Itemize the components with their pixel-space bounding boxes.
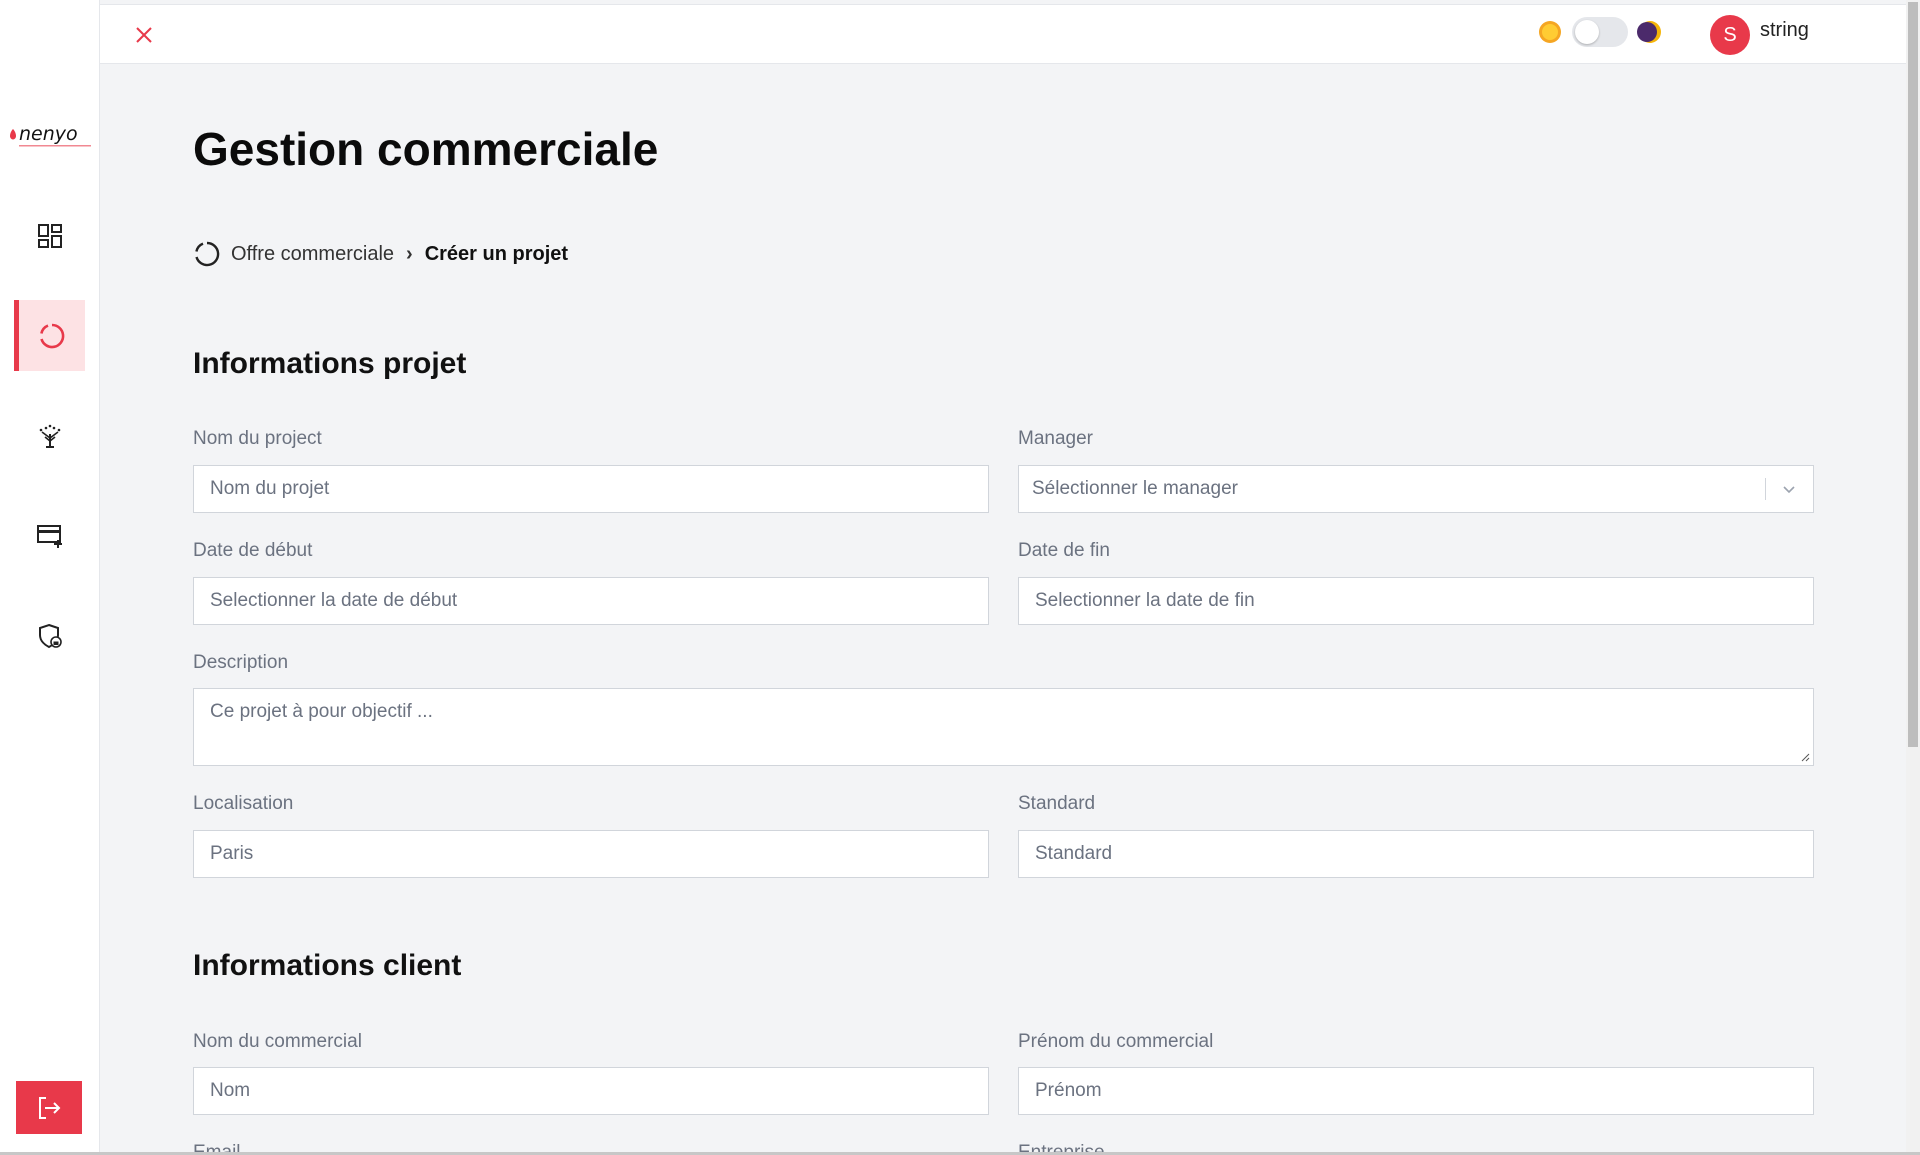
standard-label: Standard [1018, 793, 1096, 814]
chevron-down-icon[interactable] [1765, 466, 1813, 512]
breadcrumb: Offre commerciale › Créer un projet [193, 240, 568, 268]
sales-last-name-input[interactable]: Nom [193, 1067, 989, 1115]
description-placeholder: Ce projet à pour objectif ... [210, 701, 433, 722]
user-name[interactable]: string [1760, 19, 1809, 42]
shield-lock-icon [38, 623, 62, 648]
project-name-label: Nom du project [193, 428, 322, 449]
start-date-label: Date de début [193, 540, 313, 561]
sidebar-item-security[interactable] [14, 600, 85, 671]
sales-first-name-input[interactable]: Prénom [1018, 1067, 1814, 1115]
location-input[interactable]: Paris [193, 830, 989, 878]
breadcrumb-current: Créer un projet [424, 242, 569, 265]
topbar: S string [100, 4, 1906, 64]
page-scrollbar[interactable] [1906, 0, 1920, 1155]
avatar[interactable]: S [1710, 15, 1750, 55]
manager-select[interactable]: Sélectionner le manager [1018, 465, 1814, 513]
page-title: Gestion commerciale [193, 123, 659, 175]
start-date-input[interactable]: Selectionner la date de début [193, 577, 989, 625]
breadcrumb-parent[interactable]: Offre commerciale [231, 243, 394, 266]
sidebar-item-dashboard[interactable] [14, 200, 85, 271]
end-date-label: Date de fin [1018, 540, 1110, 561]
toggle-knob [1575, 20, 1599, 44]
sales-last-name-label: Nom du commercial [193, 1031, 362, 1052]
standard-input[interactable]: Standard [1018, 830, 1814, 878]
close-button[interactable] [132, 23, 156, 47]
svg-text:nenyo: nenyo [19, 123, 78, 145]
sidebar-item-payment[interactable] [14, 500, 85, 571]
manager-select-placeholder: Sélectionner le manager [1032, 478, 1238, 499]
dashboard-icon [37, 223, 62, 248]
sales-first-name-label: Prénom du commercial [1018, 1031, 1214, 1052]
theme-switcher [1536, 17, 1664, 47]
description-textarea[interactable]: Ce projet à pour objectif ... [193, 688, 1814, 766]
section-title-project: Informations projet [193, 347, 467, 380]
commercial-offer-icon [40, 323, 65, 348]
moon-icon [1637, 21, 1661, 43]
resize-grip-icon[interactable] [1800, 752, 1810, 762]
section-title-client: Informations client [193, 949, 462, 982]
sun-icon [1539, 21, 1561, 43]
project-name-input[interactable]: Nom du projet [193, 465, 989, 513]
tree-icon [39, 424, 60, 448]
scrollbar-thumb[interactable] [1908, 2, 1918, 747]
location-label: Localisation [193, 793, 294, 814]
card-add-icon [36, 524, 62, 548]
sidebar-item-commercial[interactable] [14, 300, 85, 371]
breadcrumb-separator: › [406, 242, 413, 265]
end-date-input[interactable]: Selectionner la date de fin [1018, 577, 1814, 625]
manager-label: Manager [1018, 428, 1093, 449]
brand-logo[interactable]: nenyo [4, 120, 96, 152]
sidebar: nenyo [0, 0, 100, 1155]
commercial-offer-icon [195, 241, 220, 267]
sidebar-item-tree[interactable] [14, 400, 85, 471]
theme-toggle[interactable] [1572, 17, 1628, 47]
close-icon [136, 27, 152, 43]
description-label: Description [193, 652, 289, 673]
logout-button[interactable] [16, 1081, 82, 1134]
logout-icon [39, 1096, 61, 1119]
